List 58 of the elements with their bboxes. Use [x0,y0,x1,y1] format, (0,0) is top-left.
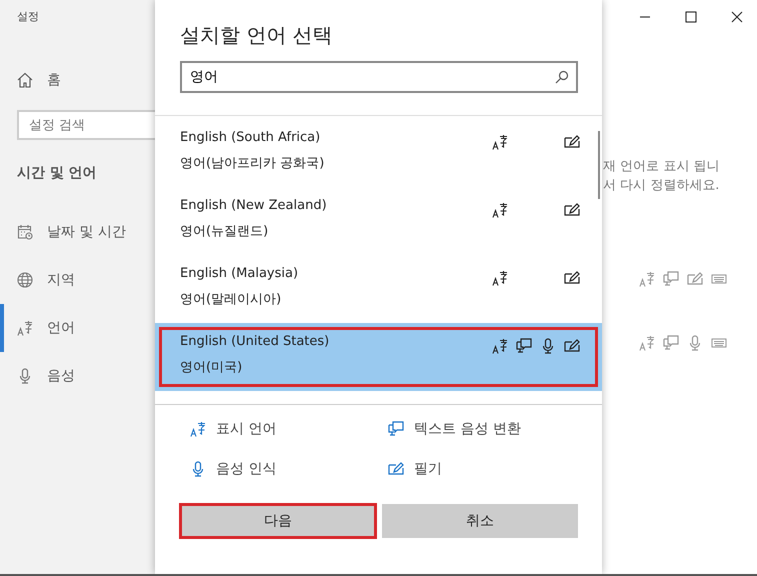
scrollbar[interactable] [598,131,600,199]
monitor-speech-icon [663,271,679,287]
language-icon [190,421,206,437]
pen-icon [564,134,580,150]
description-text: 서 다시 정렬하세요. [603,177,720,195]
legend-label: 필기 [414,460,442,478]
language-native-name: 영어(미국) [180,359,244,376]
language-name: English (Malaysia) [180,266,298,281]
language-icon [17,320,33,336]
maximize-icon[interactable] [685,11,697,23]
globe-icon [17,272,33,288]
keyboard-icon [711,337,727,349]
calendar-clock-icon [17,224,33,240]
search-field[interactable]: 영어 [180,61,578,93]
language-item[interactable]: English (New Zealand) 영어(뉴질랜드) [155,187,602,255]
nav-item[interactable]: 날짜 및 시간 [0,208,155,256]
section-title: 시간 및 언어 [17,164,98,182]
search-icon[interactable] [555,70,569,84]
language-icon [639,271,655,287]
microphone-icon [190,461,206,477]
home-icon [17,72,33,88]
dialog-button[interactable]: 다음 [180,504,376,538]
microphone-icon [540,338,556,354]
legend-label: 텍스트 음성 변환 [414,420,521,438]
language-name: English (United States) [180,334,330,349]
language-name: English (South Africa) [180,130,322,145]
description-text: 재 언어로 표시 됩니 [603,158,720,176]
pen-icon [564,270,580,286]
language-icon [492,338,508,354]
language-item[interactable]: English (United States) 영어(미국) [155,323,602,391]
close-icon[interactable] [731,11,743,23]
pen-icon [564,338,580,354]
language-icon [492,134,508,150]
keyboard-icon [711,273,727,285]
home-link[interactable]: 홈 [17,71,155,89]
nav-item[interactable]: 지역 [0,256,155,304]
language-name: English (New Zealand) [180,198,327,213]
language-native-name: 영어(남아프리카 공화국) [180,155,324,172]
pen-icon [564,202,580,218]
language-native-name: 영어(말레이시아) [180,291,282,308]
microphone-icon [687,335,703,351]
microphone-icon [17,368,33,384]
legend-label: 표시 언어 [216,420,276,438]
language-icon [492,270,508,286]
legend-label: 음성 인식 [216,460,276,478]
pen-icon [388,461,404,477]
monitor-speech-icon [663,335,679,351]
monitor-speech-icon [516,338,532,354]
window-title: 설정 [17,9,40,24]
dialog-title: 설치할 언어 선택 [180,22,334,49]
language-icon [492,202,508,218]
pen-icon [687,271,703,287]
language-icon [639,335,655,351]
language-native-name: 영어(뉴질랜드) [180,223,270,240]
language-item[interactable]: English (Malaysia) 영어(말레이시아) [155,255,602,323]
nav-item[interactable]: 음성 [0,352,155,400]
monitor-speech-icon [388,421,404,437]
dialog-button[interactable]: 취소 [382,504,578,538]
